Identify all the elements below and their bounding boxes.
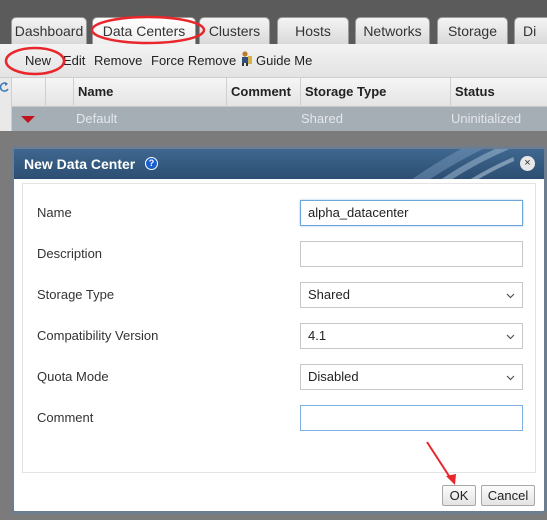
tab-label: Data Centers (102, 23, 186, 39)
column-header-name[interactable]: Name (73, 78, 226, 107)
comment-label: Comment (37, 410, 94, 425)
header-decoration (412, 149, 514, 179)
new-button[interactable]: New (25, 53, 51, 68)
row-expand-arrow-icon[interactable] (21, 116, 35, 123)
force-remove-button[interactable]: Force Remove (151, 53, 236, 68)
compatibility-version-select[interactable]: 4.1 (300, 323, 523, 349)
table-row[interactable]: Default Shared Uninitialized (12, 107, 547, 131)
tab-clusters[interactable]: Clusters (199, 17, 270, 44)
name-field[interactable]: alpha_datacenter (300, 200, 523, 226)
dialog-footer: OK Cancel (14, 475, 544, 511)
compatibility-version-label: Compatibility Version (37, 328, 159, 343)
tab-label: Clusters (208, 23, 261, 39)
row-storage-type: Shared (301, 111, 343, 126)
quota-mode-label: Quota Mode (37, 369, 109, 384)
description-field[interactable] (300, 241, 523, 267)
action-toolbar: New Edit Remove Force Remove Guide Me (0, 44, 547, 78)
quota-mode-value: Disabled (308, 369, 359, 384)
tab-storage[interactable]: Storage (437, 17, 508, 44)
dialog-form: Name alpha_datacenter Description Storag… (22, 183, 536, 473)
chevron-down-icon (506, 293, 515, 299)
tab-label: Networks (363, 23, 422, 39)
tab-label: Hosts (295, 23, 331, 39)
tab-disks[interactable]: Di (514, 17, 547, 44)
storage-type-value: Shared (308, 287, 350, 302)
column-header-comment[interactable]: Comment (226, 78, 300, 107)
description-label: Description (37, 246, 103, 261)
compatibility-version-value: 4.1 (308, 328, 327, 343)
edit-button[interactable]: Edit (63, 53, 85, 68)
remove-button[interactable]: Remove (94, 53, 142, 68)
grid-header-status-icon (45, 78, 73, 107)
help-icon[interactable]: ? (145, 157, 158, 170)
row-name: Default (76, 111, 118, 126)
chevron-down-icon (506, 334, 515, 340)
column-header-storage-type[interactable]: Storage Type (300, 78, 450, 107)
name-label: Name (37, 205, 72, 220)
tab-label: Storage (447, 23, 498, 39)
quota-mode-select[interactable]: Disabled (300, 364, 523, 390)
grid-header-expand (12, 78, 45, 107)
guide-me-button[interactable]: Guide Me (256, 53, 312, 68)
grid-header: Name Comment Storage Type Status (12, 78, 547, 107)
tab-label: Dashboard (14, 23, 84, 39)
dialog-title: New Data Center (24, 156, 136, 172)
dialog-header: New Data Center ? × (14, 149, 544, 179)
new-data-center-dialog: New Data Center ? × Name alpha_datacente… (11, 146, 547, 514)
tab-dashboard[interactable]: Dashboard (11, 17, 87, 44)
cancel-button[interactable]: Cancel (481, 485, 535, 506)
comment-field[interactable] (300, 405, 523, 431)
main-tab-bar: Dashboard Data Centers Clusters Hosts Ne… (0, 0, 547, 44)
close-icon[interactable]: × (520, 156, 535, 171)
ok-button[interactable]: OK (442, 485, 476, 506)
tab-networks[interactable]: Networks (355, 17, 430, 44)
tab-hosts[interactable]: Hosts (277, 17, 349, 44)
column-header-status[interactable]: Status (450, 78, 547, 107)
chevron-down-icon (506, 375, 515, 381)
storage-type-label: Storage Type (37, 287, 115, 302)
tab-label: Di (523, 23, 537, 39)
row-status: Uninitialized (451, 111, 522, 126)
refresh-icon[interactable] (0, 82, 9, 94)
guide-me-icon (242, 51, 252, 66)
storage-type-select[interactable]: Shared (300, 282, 523, 308)
tab-data-centers[interactable]: Data Centers (92, 17, 196, 44)
